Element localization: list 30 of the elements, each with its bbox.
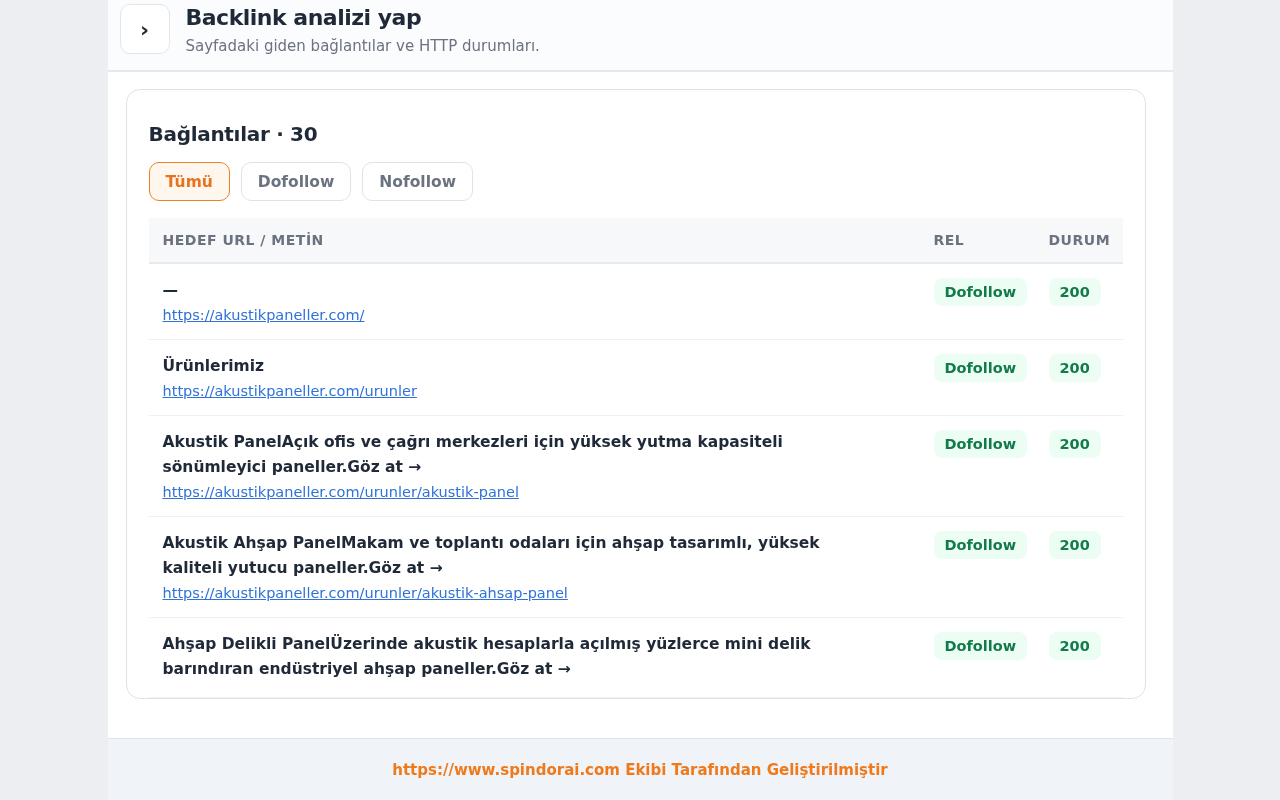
link-text: Akustik Ahşap PanelMakam ve toplantı odaları için ahşap tasarımlı, yüksek kaliteli yutucu paneller.Göz at → (162, 533, 821, 579)
filter-tab[interactable]: Tümü (148, 162, 230, 201)
link-url[interactable]: https://akustikpaneller.com/urunler (162, 383, 417, 399)
filter-tab[interactable]: Nofollow (362, 162, 473, 201)
status-badge: 200 (1048, 354, 1101, 382)
link-url[interactable]: https://akustikpaneller.com/urunler/akustik-panel (162, 484, 519, 500)
column-header: HEDEF URL / METİN (161, 232, 325, 248)
link-text: Akustik PanelAçık ofis ve çağrı merkezleri için yüksek yutma kapasiteli sönümleyici paneller.Göz at → (162, 432, 784, 478)
page-subtitle: Sayfadaki giden bağlantılar ve HTTP durumları. (185, 37, 540, 55)
column-header: REL (933, 232, 966, 248)
status-badge: 200 (1048, 278, 1101, 306)
link-text: — (162, 280, 179, 301)
status-badge: 200 (1048, 430, 1101, 458)
rel-badge: Dofollow (933, 278, 1028, 306)
footer-credit: https://www.spindorai.com Ekibi Tarafından Geliştirilmiştir (392, 760, 888, 779)
expand-button[interactable]: › (119, 4, 170, 54)
link-text: Ahşap Delikli PanelÜzerinde akustik hesaplarla açılmış yüzlerce mini delik barındıran endüstriyel ahşap paneller.Göz at → (162, 633, 812, 680)
status-badge: 200 (1048, 632, 1101, 660)
rel-badge: Dofollow (933, 632, 1028, 660)
rel-badge: Dofollow (933, 531, 1028, 559)
rel-badge: Dofollow (933, 430, 1028, 458)
link-url[interactable]: https://akustikpaneller.com/urunler/akustik-ahsap-panel (162, 585, 568, 601)
card-title: Bağlantılar · 30 (148, 122, 319, 146)
rel-badge: Dofollow (933, 354, 1028, 382)
page-title: Backlink analizi yap (185, 5, 423, 30)
link-text: Ürünlerimiz (162, 355, 266, 377)
filter-tab[interactable]: Dofollow (240, 162, 352, 201)
status-badge: 200 (1048, 531, 1101, 559)
column-header: DURUM (1048, 232, 1112, 248)
link-url[interactable]: https://akustikpaneller.com/ (162, 307, 365, 323)
